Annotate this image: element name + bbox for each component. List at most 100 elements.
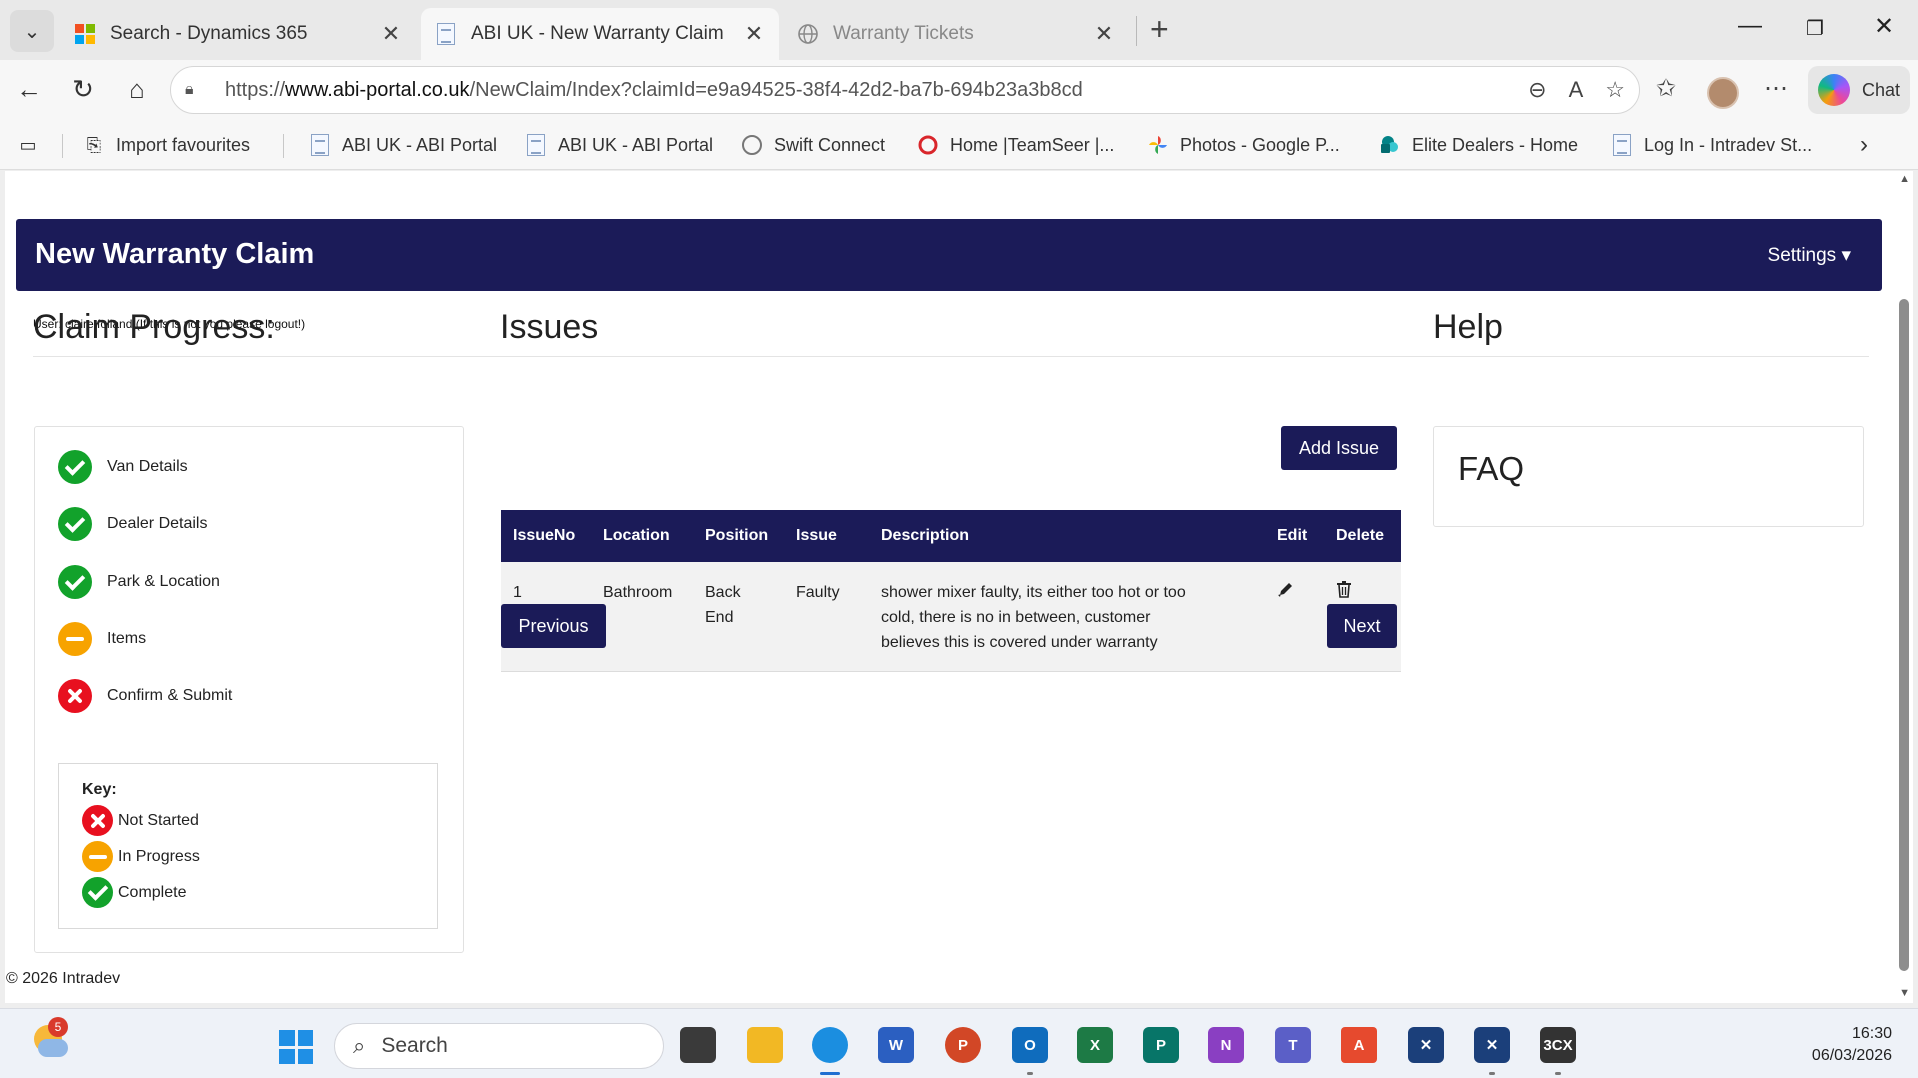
page-document-icon: [524, 133, 548, 157]
faq-link[interactable]: FAQ: [1458, 450, 1524, 488]
powerpoint-icon[interactable]: P: [945, 1027, 981, 1063]
read-aloud-icon[interactable]: A: [1569, 77, 1584, 103]
taskbar-search-box[interactable]: ⌕ Search: [334, 1023, 664, 1069]
more-options-icon[interactable]: ⋯: [1764, 74, 1788, 103]
copilot-chat-button[interactable]: Chat: [1808, 66, 1910, 114]
system-clock[interactable]: 16:30 06/03/2026: [1812, 1023, 1892, 1067]
key-in-progress: In Progress: [82, 841, 200, 872]
favourite-star-icon[interactable]: ☆: [1605, 77, 1625, 103]
next-button[interactable]: Next: [1327, 604, 1397, 648]
column-header-issueno: IssueNo: [501, 510, 591, 562]
column-header-location: Location: [591, 510, 693, 562]
address-bar[interactable]: 🔒︎ https://www.abi-portal.co.uk/NewClaim…: [170, 66, 1640, 114]
cell-location: Bathroom: [591, 562, 693, 672]
tab-new-warranty-claim[interactable]: ABI UK - New Warranty Claim ✕: [421, 8, 779, 60]
file-explorer-icon[interactable]: [747, 1027, 783, 1063]
tab-title: Warranty Tickets: [833, 23, 974, 44]
intradev-app-2-icon[interactable]: ✕: [1474, 1027, 1510, 1075]
minimize-icon[interactable]: —: [1738, 12, 1762, 40]
fav-abi-portal-1[interactable]: ABI UK - ABI Portal: [308, 130, 497, 160]
fav-abi-portal-2[interactable]: ABI UK - ABI Portal: [524, 130, 713, 160]
profile-avatar[interactable]: [1707, 77, 1739, 109]
issues-heading: Issues: [500, 308, 599, 346]
3cx-icon[interactable]: 3CX: [1540, 1027, 1576, 1075]
close-tab-icon[interactable]: ✕: [380, 21, 402, 47]
google-photos-icon: [1146, 133, 1170, 157]
teams-icon[interactable]: T: [1275, 1027, 1311, 1063]
tab-warranty-tickets[interactable]: Warranty Tickets ✕: [783, 8, 1129, 60]
chat-label: Chat: [1861, 79, 1900, 100]
fav-import-favourites[interactable]: ⎘ Import favourites: [82, 130, 250, 160]
clock-date: 06/03/2026: [1811, 1047, 1892, 1064]
tab-actions-chevron-icon[interactable]: ⌄: [10, 10, 54, 52]
browser-tab-bar: ⌄ Search - Dynamics 365 ✕ ABI UK - New W…: [0, 0, 1918, 60]
complete-status-icon: [58, 450, 92, 484]
scroll-thumb[interactable]: [1899, 299, 1909, 971]
help-card: FAQ: [1433, 426, 1864, 527]
scroll-up-arrow-icon[interactable]: ▲: [1899, 173, 1910, 185]
outlook-icon[interactable]: O: [1012, 1027, 1048, 1075]
site-info-lock-icon[interactable]: 🔒︎: [185, 81, 207, 99]
fav-divider: [283, 134, 284, 158]
acrobat-icon[interactable]: A: [1341, 1027, 1377, 1063]
progress-step-dealer-details: Dealer Details: [58, 507, 207, 541]
edit-pencil-icon[interactable]: [1277, 583, 1295, 602]
onenote-icon[interactable]: N: [1208, 1027, 1244, 1063]
claim-progress-card: Van Details Dealer Details Park & Locati…: [34, 426, 464, 953]
refresh-icon[interactable]: ↻: [66, 74, 100, 105]
windows-start-icon[interactable]: [279, 1030, 313, 1064]
close-tab-icon[interactable]: ✕: [743, 21, 765, 47]
previous-button[interactable]: Previous: [501, 604, 606, 648]
cell-edit: [1265, 562, 1324, 672]
new-tab-plus-icon[interactable]: +: [1150, 13, 1169, 45]
favourites-list-icon[interactable]: ✩: [1656, 74, 1676, 103]
more-favourites-chevron-icon[interactable]: ›: [1860, 130, 1868, 160]
collections-icon[interactable]: ▭: [16, 130, 50, 160]
tab-title: Search - Dynamics 365: [110, 23, 308, 44]
task-view-icon[interactable]: [680, 1027, 716, 1063]
fav-google-photos[interactable]: Photos - Google P...: [1146, 130, 1340, 160]
add-issue-button[interactable]: Add Issue: [1281, 426, 1397, 470]
tab-title: ABI UK - New Warranty Claim: [471, 23, 724, 44]
word-icon[interactable]: W: [878, 1027, 914, 1063]
microsoft-logo-icon: [74, 23, 96, 45]
close-window-icon[interactable]: ✕: [1874, 12, 1894, 41]
page-document-icon: [308, 133, 332, 157]
tab-search-dynamics[interactable]: Search - Dynamics 365 ✕: [60, 8, 416, 60]
table-row: 1 Bathroom Back End Faulty shower mixer …: [501, 562, 1401, 672]
in-progress-status-icon: [58, 622, 92, 656]
not-started-status-icon: [82, 805, 113, 836]
in-progress-status-icon: [82, 841, 113, 872]
tab-divider: [1136, 16, 1137, 46]
progress-step-van-details: Van Details: [58, 450, 188, 484]
help-heading: Help: [1433, 308, 1503, 346]
swift-connect-icon: [740, 133, 764, 157]
taskbar-search-placeholder: Search: [381, 1034, 448, 1057]
excel-icon[interactable]: X: [1077, 1027, 1113, 1063]
fav-swift-connect[interactable]: Swift Connect: [740, 130, 885, 160]
teamseer-icon: [916, 133, 940, 157]
fav-teamseer[interactable]: Home |TeamSeer |...: [916, 130, 1114, 160]
fav-intradev-login[interactable]: Log In - Intradev St...: [1610, 130, 1812, 160]
back-arrow-icon[interactable]: ←: [12, 74, 46, 105]
fav-elite-dealers[interactable]: Elite Dealers - Home: [1378, 130, 1578, 160]
progress-step-park-location: Park & Location: [58, 565, 220, 599]
page-scrollbar[interactable]: ▲ ▼: [1895, 171, 1913, 1003]
complete-status-icon: [58, 565, 92, 599]
column-header-edit: Edit: [1265, 510, 1324, 562]
intradev-app-icon[interactable]: ✕: [1408, 1027, 1444, 1063]
not-started-status-icon: [58, 679, 92, 713]
settings-dropdown[interactable]: Settings ▾: [1768, 244, 1851, 267]
globe-icon: [797, 23, 819, 45]
delete-trash-icon[interactable]: [1336, 581, 1352, 602]
close-tab-icon[interactable]: ✕: [1093, 21, 1115, 47]
scroll-down-arrow-icon[interactable]: ▼: [1899, 987, 1910, 999]
edge-browser-icon[interactable]: [812, 1027, 848, 1075]
column-header-position: Position: [693, 510, 784, 562]
zoom-icon[interactable]: ⊖: [1528, 77, 1546, 103]
restore-window-icon[interactable]: ❐: [1806, 16, 1824, 41]
column-header-issue: Issue: [784, 510, 869, 562]
url-text[interactable]: https://www.abi-portal.co.uk/NewClaim/In…: [225, 79, 1506, 102]
publisher-icon[interactable]: P: [1143, 1027, 1179, 1063]
home-icon[interactable]: ⌂: [120, 74, 154, 105]
